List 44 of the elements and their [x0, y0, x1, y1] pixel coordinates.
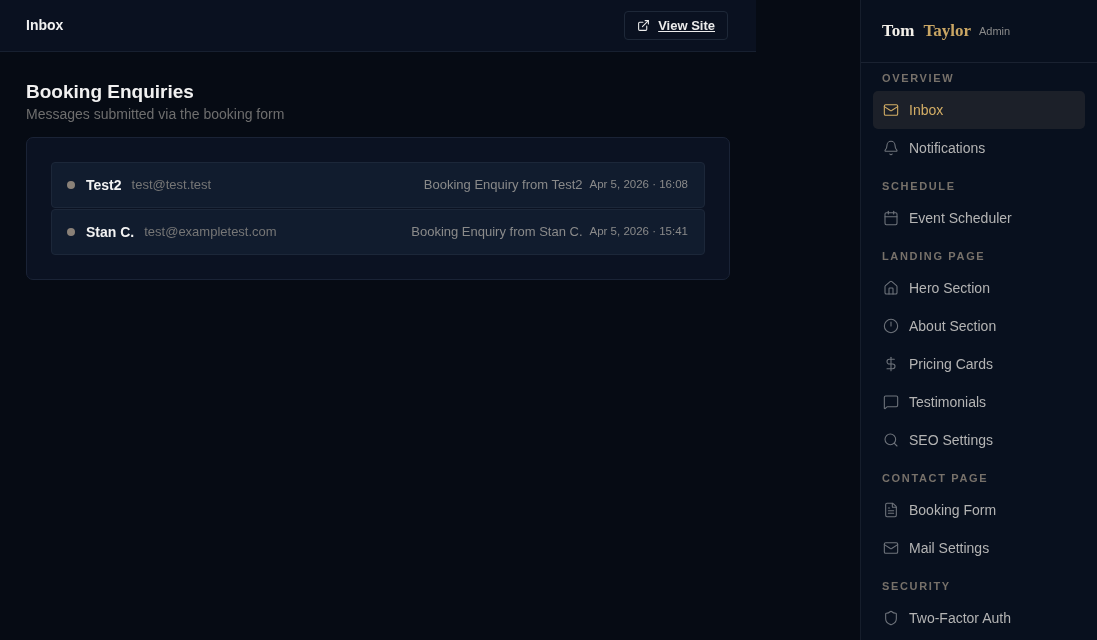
section-subtitle: Messages submitted via the booking form: [26, 105, 286, 124]
admin-label: Admin: [979, 23, 1011, 39]
message-row[interactable]: Stan C. test@exampletest.com Booking Enquiry from Stan C. Apr 5, 2026 · 15:41: [51, 209, 705, 255]
mail-icon: [883, 540, 899, 556]
sender-email: test@exampletest.com: [144, 223, 277, 242]
dollar-icon: [883, 356, 899, 372]
nav-item[interactable]: SEO Settings: [873, 421, 1085, 459]
section-label: SECURITY: [881, 579, 952, 594]
nav-item[interactable]: About Section: [873, 307, 1085, 345]
bell-icon: [883, 140, 899, 156]
document-icon: [883, 502, 899, 518]
page-title: Inbox: [26, 16, 64, 35]
message-date: Apr 5, 2026 · 16:08: [589, 177, 688, 193]
nav-item[interactable]: Event Scheduler: [873, 199, 1085, 237]
brand-last-name: Taylor: [923, 20, 971, 43]
mail-icon: [883, 102, 899, 118]
message-subject: Booking Enquiry from Stan C.: [411, 223, 583, 242]
nav-item[interactable]: Testimonials: [873, 383, 1085, 421]
message-row[interactable]: Test2 test@test.test Booking Enquiry from Test2 Apr 5, 2026 · 16:08: [51, 162, 705, 208]
nav-item[interactable]: Hero Section: [873, 269, 1085, 307]
calendar-icon: [883, 210, 899, 226]
brand-first-name: Tom: [882, 20, 915, 43]
section-label: OVERVIEW: [881, 71, 956, 86]
nav-item[interactable]: Two-Factor Auth: [873, 599, 1085, 637]
nav-item[interactable]: Notifications: [873, 129, 1085, 167]
section-label: LANDING PAGE: [881, 249, 987, 264]
message-date: Apr 5, 2026 · 15:41: [589, 224, 688, 240]
nav-item[interactable]: Inbox: [873, 91, 1085, 129]
message-subject: Booking Enquiry from Test2: [423, 176, 583, 195]
nav-item[interactable]: Booking Form: [873, 491, 1085, 529]
shield-icon: [883, 610, 899, 626]
external-link-icon: [637, 19, 651, 32]
view-site-button[interactable]: View Site: [624, 11, 728, 40]
nav-item[interactable]: Mail Settings: [873, 529, 1085, 567]
sender-name: Stan C.: [86, 222, 135, 242]
nav-item[interactable]: Pricing Cards: [873, 345, 1085, 383]
sender-email: test@test.test: [131, 176, 212, 195]
speech-bubble-icon: [883, 394, 899, 410]
house-icon: [883, 280, 899, 296]
section-label: CONTACT PAGE: [881, 471, 990, 486]
sender-name: Test2: [86, 175, 122, 195]
section-label: SCHEDULE: [881, 179, 957, 194]
section-heading: Booking Enquiries: [26, 80, 195, 104]
search-icon: [883, 432, 899, 448]
